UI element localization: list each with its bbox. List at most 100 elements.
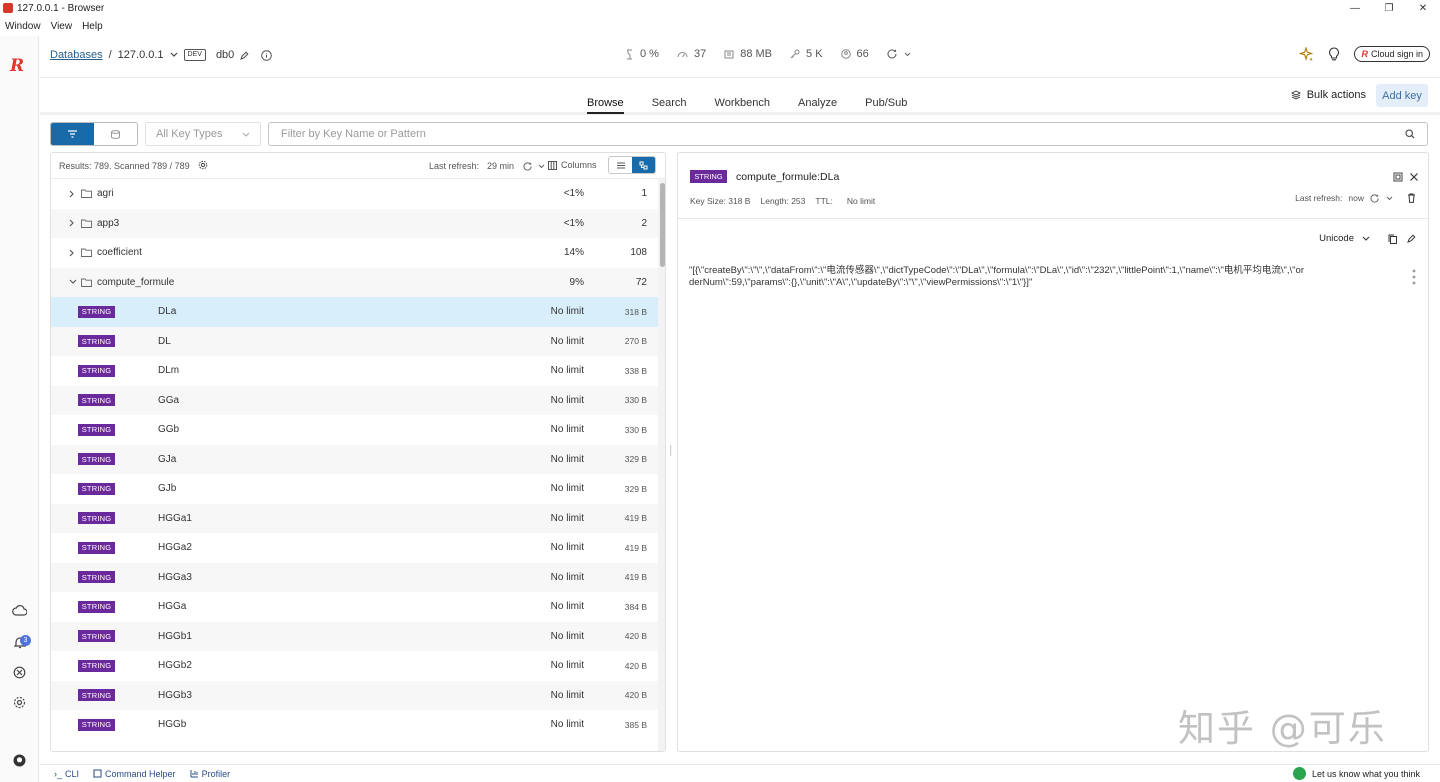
close-window-icon[interactable]: ✕ (1406, 0, 1440, 16)
tab-workbench[interactable]: Workbench (715, 97, 770, 114)
terminal-icon: ›_ (54, 768, 63, 779)
ai-sparkle-icon[interactable] (1299, 46, 1314, 62)
value-scroll-handle[interactable] (1412, 268, 1416, 286)
menu-bar: Window View Help (0, 17, 108, 35)
key-ttl: No limit (550, 453, 584, 465)
chevron-right-icon[interactable] (69, 249, 75, 257)
key-size: 419 B (624, 513, 647, 524)
folder-key-count: 108 (630, 247, 647, 259)
ttl-value[interactable]: No limit (847, 196, 875, 206)
key-name[interactable]: compute_formule:DLa (736, 171, 839, 183)
key-row[interactable]: STRING HGGb1 No limit 420 B (51, 621, 658, 651)
chevron-down-icon[interactable] (170, 52, 178, 58)
filter-icon[interactable] (51, 123, 94, 145)
key-row[interactable]: STRING HGGa3 No limit 419 B (51, 562, 658, 592)
info-icon[interactable] (261, 49, 273, 61)
chevron-down-icon[interactable] (904, 52, 911, 57)
close-icon[interactable] (1409, 172, 1419, 182)
key-type-badge: STRING (78, 394, 115, 407)
tree-view-icon[interactable] (632, 157, 655, 173)
key-row[interactable]: STRING HGGa1 No limit 419 B (51, 503, 658, 533)
key-type-select[interactable]: All Key Types (145, 122, 261, 146)
key-row[interactable]: STRING HGGb3 No limit 420 B (51, 680, 658, 710)
left-sidebar: R 3 (0, 36, 39, 782)
key-list-header: Results: 789. Scanned 789 / 789 Last ref… (51, 153, 665, 179)
github-icon[interactable] (11, 752, 28, 769)
bottom-bar: ›_ CLI Command Helper Profiler Let us kn… (40, 764, 1440, 782)
tab-analyze[interactable]: Analyze (798, 97, 837, 114)
key-row[interactable]: STRING HGGa2 No limit 419 B (51, 533, 658, 563)
lightbulb-icon[interactable] (1328, 47, 1340, 61)
copy-icon[interactable] (1388, 234, 1397, 244)
tab-pubsub[interactable]: Pub/Sub (865, 97, 907, 114)
command-helper-button[interactable]: Command Helper (93, 769, 176, 779)
tab-browse[interactable]: Browse (587, 97, 624, 114)
key-row[interactable]: STRING DLa No limit 318 B (51, 297, 658, 327)
folder-row[interactable]: coefficient 14% 108 (51, 238, 658, 268)
key-filter-input[interactable]: Filter by Key Name or Pattern (268, 122, 1428, 146)
key-type-badge: STRING (78, 630, 115, 643)
key-row[interactable]: STRING HGGa No limit 384 B (51, 592, 658, 622)
columns-button[interactable]: Columns (548, 160, 597, 170)
folder-row[interactable]: agri <1% 1 (51, 179, 658, 209)
folder-row[interactable]: compute_formule 9% 72 (51, 267, 658, 297)
chevron-right-icon[interactable] (69, 219, 75, 227)
key-name: GJb (158, 483, 177, 495)
folder-icon (81, 189, 92, 199)
chevron-down-icon (1362, 236, 1370, 241)
key-row[interactable]: STRING HGGb2 No limit 420 B (51, 651, 658, 681)
tab-search[interactable]: Search (652, 97, 687, 114)
menu-window[interactable]: Window (0, 21, 46, 32)
refresh-icon[interactable] (1370, 193, 1380, 203)
encoding-select[interactable]: Unicode (1319, 233, 1370, 244)
chevron-down-icon[interactable] (538, 164, 545, 169)
edit-pencil-icon[interactable] (240, 50, 249, 60)
key-row[interactable]: STRING HGGb No limit 385 B (51, 710, 658, 740)
minimize-icon[interactable]: — (1338, 0, 1372, 16)
key-row[interactable]: STRING DL No limit 270 B (51, 326, 658, 356)
settings-gear-icon[interactable] (11, 694, 28, 711)
key-icon (790, 49, 800, 59)
index-search-icon[interactable] (94, 123, 137, 145)
key-size: 419 B (624, 572, 647, 583)
bulk-actions-button[interactable]: Bulk actions (1290, 89, 1366, 101)
edit-value-icon[interactable] (1407, 234, 1416, 243)
fullscreen-icon[interactable] (1393, 172, 1403, 182)
menu-help[interactable]: Help (77, 21, 108, 32)
key-row[interactable]: STRING DLm No limit 338 B (51, 356, 658, 386)
host-selector[interactable]: 127.0.0.1 (118, 49, 164, 61)
cli-button[interactable]: ›_ CLI (54, 769, 79, 779)
chevron-down-icon[interactable] (69, 279, 77, 285)
key-row[interactable]: STRING GGb No limit 330 B (51, 415, 658, 445)
key-name: DLm (158, 365, 180, 377)
auto-refresh-control[interactable] (887, 49, 911, 59)
maximize-icon[interactable]: ❐ (1372, 0, 1406, 16)
redis-logo-icon[interactable]: R (10, 56, 24, 76)
panel-resize-handle[interactable]: ⏐ (668, 446, 674, 460)
cloud-signin-button[interactable]: R Cloud sign in (1354, 46, 1430, 62)
folder-row[interactable]: app3 <1% 2 (51, 208, 658, 238)
databases-link[interactable]: Databases (50, 49, 103, 61)
search-icon[interactable] (1405, 129, 1415, 139)
feedback-link[interactable]: Let us know what you think (1292, 767, 1420, 780)
add-key-button[interactable]: Add key (1376, 84, 1428, 107)
list-view-icon[interactable] (609, 157, 632, 173)
github-community-icon[interactable] (11, 664, 28, 681)
key-type-badge: STRING (78, 453, 115, 466)
menu-view[interactable]: View (46, 21, 78, 32)
redis-cloud-icon: R (1361, 49, 1368, 59)
cloud-icon[interactable] (11, 602, 28, 619)
scan-settings-gear-icon[interactable] (198, 160, 208, 170)
chevron-right-icon[interactable] (69, 190, 75, 198)
key-size: 329 B (624, 454, 647, 465)
chevron-down-icon[interactable] (1386, 196, 1393, 201)
key-row[interactable]: STRING GJb No limit 329 B (51, 474, 658, 504)
key-row[interactable]: STRING GJa No limit 329 B (51, 444, 658, 474)
refresh-icon[interactable] (887, 49, 898, 59)
list-scrollbar-thumb[interactable] (660, 183, 665, 267)
key-value[interactable]: "[{\"createBy\":\"\",\"dataFrom\":\"电流传感… (689, 265, 1309, 289)
profiler-button[interactable]: Profiler (190, 769, 230, 779)
refresh-icon[interactable] (523, 161, 533, 171)
delete-trash-icon[interactable] (1407, 193, 1416, 203)
key-row[interactable]: STRING GGa No limit 330 B (51, 385, 658, 415)
